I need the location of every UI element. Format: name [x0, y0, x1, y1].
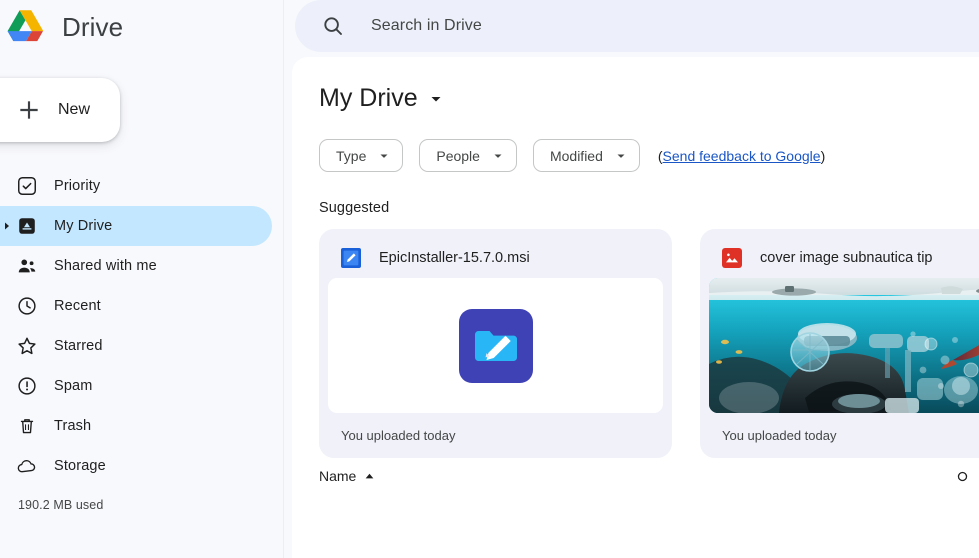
filter-chip-label: Modified: [550, 148, 603, 164]
sidebar-item-label: My Drive: [54, 218, 112, 234]
suggested-section-label: Suggested: [292, 172, 979, 216]
file-card-footer: You uploaded today: [709, 413, 979, 458]
sidebar-item-my-drive[interactable]: My Drive: [0, 206, 272, 246]
cloud-icon: [16, 455, 38, 477]
storage-used-text: 190.2 MB used: [0, 498, 284, 512]
sidebar-item-label: Starred: [54, 338, 103, 354]
filter-chip-people[interactable]: People: [419, 139, 517, 172]
drive-app-window: Drive New Priority: [0, 0, 979, 558]
sidebar-item-recent[interactable]: Recent: [0, 286, 284, 326]
image-file-icon: [722, 248, 742, 268]
brand-title: Drive: [62, 14, 123, 40]
send-feedback-link[interactable]: Send feedback to Google: [663, 148, 821, 164]
exclamation-icon: [16, 375, 38, 397]
epic-installer-tile-icon: [458, 308, 534, 384]
file-card-name: cover image subnautica tip: [760, 250, 933, 266]
sidebar-item-label: Spam: [54, 378, 92, 394]
sidebar-item-label: Trash: [54, 418, 91, 434]
star-icon: [16, 335, 38, 357]
sort-ascending-icon[interactable]: [364, 471, 375, 482]
file-card-header: cover image subnautica tip: [709, 238, 979, 278]
page-title-row[interactable]: My Drive: [292, 57, 979, 113]
chevron-down-icon: [616, 151, 626, 161]
file-list-header: Name: [292, 458, 979, 484]
feedback-close-paren: ): [821, 148, 826, 164]
file-card[interactable]: EpicInstaller-15.7.0.msi You uploaded to…: [319, 229, 672, 458]
chevron-right-icon[interactable]: [2, 221, 12, 231]
new-button[interactable]: New: [0, 78, 120, 142]
sidebar-item-label: Storage: [54, 458, 106, 474]
sidebar-item-label: Priority: [54, 178, 100, 194]
page-title: My Drive: [319, 84, 418, 113]
filter-chip-label: Type: [336, 148, 366, 164]
trash-icon: [16, 415, 38, 437]
sidebar-nav: Priority My Drive: [0, 166, 284, 512]
file-card-name: EpicInstaller-15.7.0.msi: [379, 250, 530, 266]
feedback-text: (Send feedback to Google): [658, 148, 825, 164]
sidebar-item-trash[interactable]: Trash: [0, 406, 284, 446]
search-icon[interactable]: [321, 14, 345, 38]
plus-icon: [16, 97, 42, 123]
sidebar-divider: [283, 0, 284, 558]
filter-chip-label: People: [436, 148, 480, 164]
sidebar-item-shared-with-me[interactable]: Shared with me: [0, 246, 284, 286]
sidebar-item-label: Recent: [54, 298, 101, 314]
file-card-thumbnail: [709, 278, 979, 413]
file-card-thumbnail: [328, 278, 663, 413]
sidebar-item-starred[interactable]: Starred: [0, 326, 284, 366]
chevron-down-icon[interactable]: [430, 93, 442, 105]
sidebar-item-priority[interactable]: Priority: [0, 166, 284, 206]
column-header-name[interactable]: Name: [319, 468, 356, 484]
chevron-down-icon: [493, 151, 503, 161]
filter-chips-row: Type People Modified (Send feedback to G…: [292, 113, 979, 172]
suggested-cards-row: EpicInstaller-15.7.0.msi You uploaded to…: [292, 216, 979, 458]
sidebar: Drive New Priority: [0, 0, 284, 558]
main-content-panel: My Drive Type People Modified: [292, 57, 979, 558]
sidebar-item-label: Shared with me: [54, 258, 157, 274]
chevron-down-icon: [379, 151, 389, 161]
search-input[interactable]: Search in Drive: [371, 17, 482, 35]
check-circle-icon: [16, 175, 38, 197]
my-drive-icon: [16, 215, 38, 237]
installer-file-icon: [341, 248, 361, 268]
new-button-label: New: [58, 101, 90, 119]
filter-chip-modified[interactable]: Modified: [533, 139, 640, 172]
search-bar[interactable]: Search in Drive: [295, 0, 979, 52]
filter-chip-type[interactable]: Type: [319, 139, 403, 172]
brand-header[interactable]: Drive: [6, 6, 123, 48]
clock-icon: [16, 295, 38, 317]
file-card-header: EpicInstaller-15.7.0.msi: [328, 238, 663, 278]
list-view-icon[interactable]: [957, 471, 968, 482]
file-card-footer: You uploaded today: [328, 413, 663, 458]
drive-logo-icon: [6, 8, 48, 46]
sidebar-item-storage[interactable]: Storage: [0, 446, 284, 486]
sidebar-item-spam[interactable]: Spam: [0, 366, 284, 406]
people-icon: [16, 255, 38, 277]
file-card[interactable]: cover image subnautica tip: [700, 229, 979, 458]
subnautica-underwater-photo: [709, 278, 979, 413]
